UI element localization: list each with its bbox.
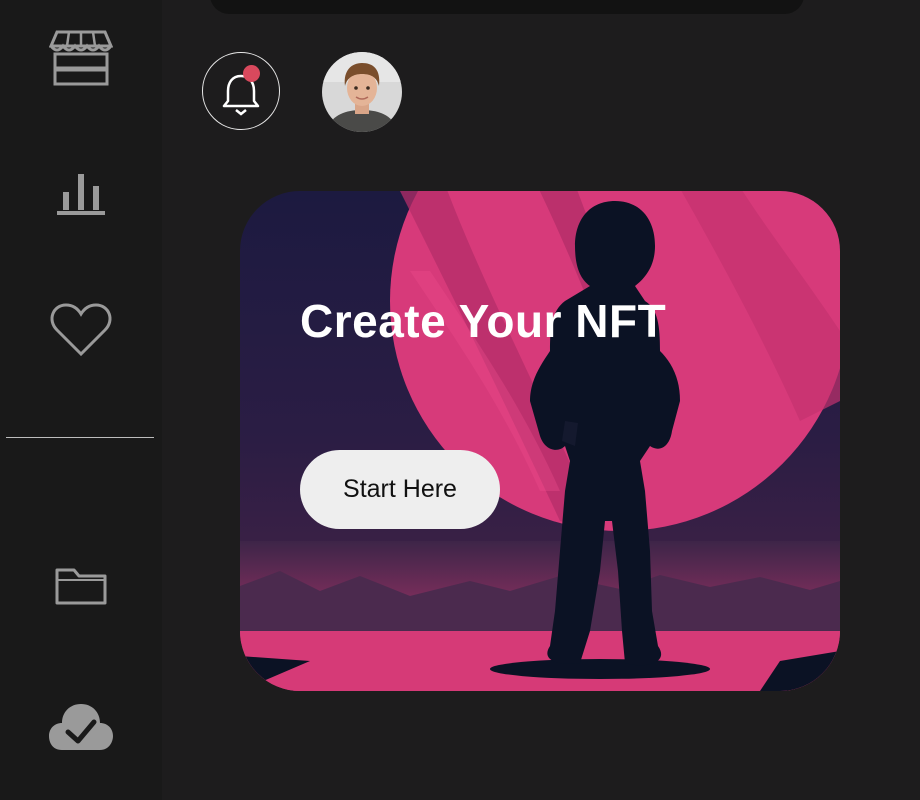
main-content: Create Your NFT Start Here xyxy=(162,0,920,800)
create-nft-banner: Create Your NFT Start Here xyxy=(240,191,840,691)
bar-chart-icon xyxy=(57,174,105,215)
sidebar-item-favorites[interactable] xyxy=(49,302,113,358)
banner-title: Create Your NFT xyxy=(300,295,667,347)
avatar[interactable] xyxy=(322,52,402,132)
sidebar-item-stats[interactable] xyxy=(56,172,106,216)
avatar-photo xyxy=(322,52,402,132)
sidebar xyxy=(0,0,162,800)
notification-button[interactable] xyxy=(202,52,280,130)
sidebar-item-collection[interactable] xyxy=(54,566,108,606)
sidebar-item-marketplace[interactable] xyxy=(49,28,113,86)
start-here-button[interactable]: Start Here xyxy=(300,450,500,529)
heart-icon xyxy=(50,303,112,357)
storefront-icon xyxy=(49,30,113,86)
folder-icon xyxy=(55,568,107,605)
sidebar-divider xyxy=(6,437,154,438)
cloud-check-icon xyxy=(49,704,113,750)
sidebar-item-cloud[interactable] xyxy=(48,694,114,750)
search-bar[interactable] xyxy=(210,0,804,14)
notification-unread-dot xyxy=(243,65,260,82)
astronaut-illustration xyxy=(240,191,840,691)
